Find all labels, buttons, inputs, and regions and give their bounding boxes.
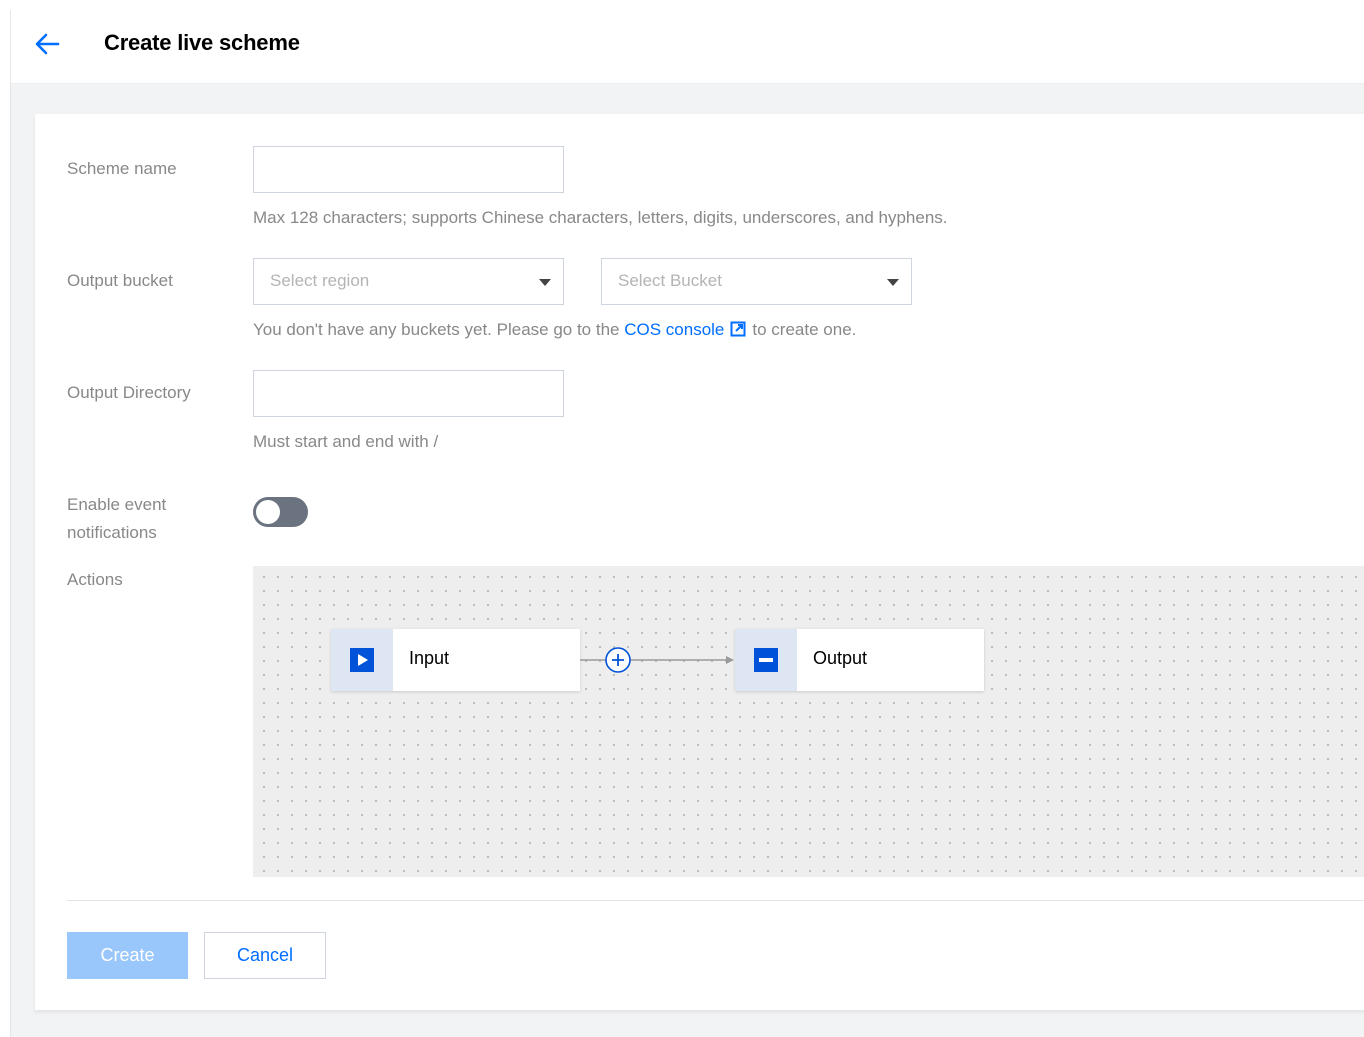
output-node-icon-box [735, 629, 797, 691]
bucket-help-prefix: You don't have any buckets yet. Please g… [253, 320, 620, 339]
scheme-name-label: Scheme name [67, 159, 177, 178]
scheme-name-help: Max 128 characters; supports Chinese cha… [253, 208, 948, 227]
region-select-placeholder: Select region [270, 271, 370, 290]
chevron-down-icon [887, 279, 899, 286]
input-node[interactable]: Input [331, 629, 580, 691]
chevron-down-icon [539, 279, 551, 286]
output-bucket-label: Output bucket [67, 271, 173, 290]
cos-console-link[interactable]: COS console [624, 320, 724, 339]
output-icon [754, 648, 778, 672]
cancel-button[interactable]: Cancel [204, 932, 326, 979]
footer-divider [67, 900, 1364, 901]
event-notifications-label-line1: Enable event [67, 495, 167, 514]
output-directory-help: Must start and end with / [253, 432, 439, 451]
output-node[interactable]: Output [735, 629, 984, 691]
plus-circle-icon[interactable] [604, 646, 632, 674]
output-directory-input[interactable] [253, 370, 564, 417]
toggle-knob [256, 500, 280, 524]
actions-label: Actions [67, 570, 123, 589]
page-title: Create live scheme [104, 30, 300, 55]
output-directory-label: Output Directory [67, 383, 191, 402]
app-window: Create live scheme Scheme name Max 128 c… [10, 10, 1364, 1037]
event-notifications-label: Enable event notifications [67, 491, 166, 547]
input-node-icon-box [331, 629, 393, 691]
arrow-left-icon[interactable] [33, 32, 61, 56]
event-notifications-toggle[interactable] [253, 497, 308, 527]
create-button[interactable]: Create [67, 932, 188, 979]
output-node-label: Output [813, 648, 868, 668]
page-header: Create live scheme [11, 10, 1364, 84]
scheme-name-input[interactable] [253, 146, 564, 193]
region-select[interactable]: Select region [253, 258, 564, 305]
play-icon [350, 648, 374, 672]
event-notifications-label-line2: notifications [67, 523, 157, 542]
form-card: Scheme name Max 128 characters; supports… [35, 114, 1364, 1010]
external-link-icon[interactable] [730, 321, 746, 337]
output-bucket-help: You don't have any buckets yet. Please g… [253, 320, 856, 340]
bucket-help-suffix: to create one. [752, 320, 857, 339]
bucket-select-placeholder: Select Bucket [618, 271, 722, 290]
bucket-select[interactable]: Select Bucket [601, 258, 912, 305]
actions-canvas: Input Output [253, 566, 1364, 877]
input-node-label: Input [409, 648, 450, 668]
